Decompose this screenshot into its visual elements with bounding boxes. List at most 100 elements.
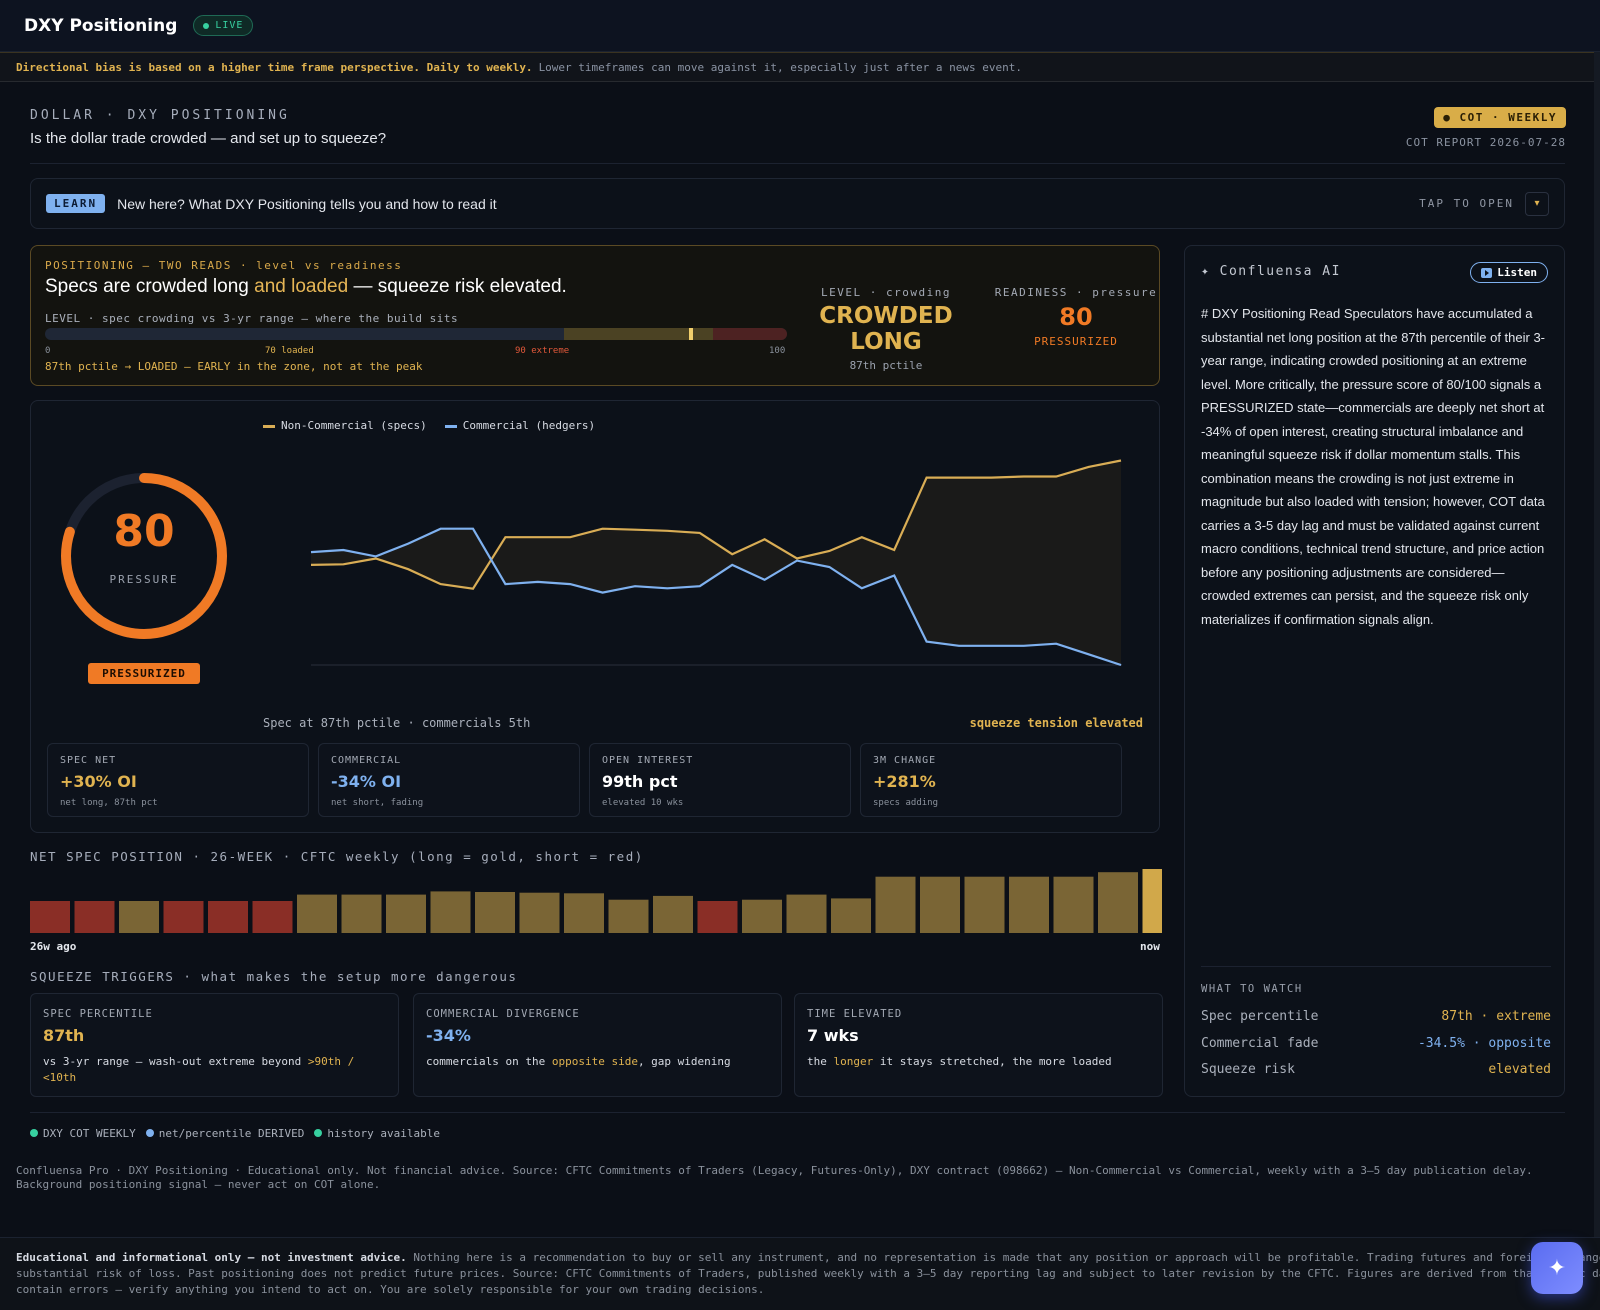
- chart-caption: Spec at 87th pctile · commercials 5th: [263, 716, 531, 730]
- pressure-label: PRESSURE: [109, 573, 179, 586]
- source-item: net/percentile DERIVED: [145, 1127, 305, 1140]
- squeeze-card-commercial-divergence: COMMERCIAL DIVERGENCE -34% commercials o…: [413, 993, 782, 1097]
- legend-label: Commercial (hedgers): [462, 419, 596, 432]
- net-spec-bar: [964, 876, 1005, 933]
- cot-report-date: COT REPORT 2026-07-28: [1405, 136, 1566, 149]
- net-spec-bar: [608, 899, 649, 933]
- learn-pill: LEARN: [46, 194, 106, 213]
- squeeze-desc: vs 3-yr range — wash-out extreme beyond …: [43, 1054, 388, 1086]
- readiness-value: 80: [1059, 303, 1093, 331]
- level-marker: [688, 328, 693, 340]
- footer-line: substantial risk of loss. Past positioni…: [16, 1267, 1600, 1280]
- positioning-reads-card: POSITIONING — TWO READS · level vs readi…: [30, 245, 1160, 386]
- scrollbar[interactable]: [1594, 52, 1600, 1237]
- legend-comm: Commercial (hedgers): [444, 419, 596, 432]
- net-spec-bar-chart: [30, 869, 1162, 933]
- desc-text: commercials on the: [426, 1055, 552, 1068]
- net-spec-bar: [920, 876, 960, 933]
- legend-swatch: [444, 424, 457, 428]
- stat-sub: elevated 10 wks: [602, 798, 684, 808]
- ai-panel: ✦ Confluensa AI Listen # DXY Positioning…: [1184, 245, 1565, 1097]
- listen-label: Listen: [1497, 266, 1537, 279]
- squeeze-value: 87th: [43, 1026, 85, 1045]
- stat-card-commercial: COMMERCIAL -34% OI net short, fading: [318, 743, 580, 817]
- squeeze-label: COMMERCIAL DIVERGENCE: [426, 1008, 580, 1020]
- net-spec-bar: [1142, 869, 1162, 933]
- net-spec-bar: [1053, 876, 1094, 933]
- stat-card-open-interest: OPEN INTEREST 99th pct elevated 10 wks: [589, 743, 851, 817]
- footer-line: Nothing here is a recommendation to buy …: [413, 1251, 1600, 1264]
- ai-assistant-fab[interactable]: ✦: [1531, 1242, 1583, 1294]
- chevron-down-icon[interactable]: ▾: [1525, 191, 1549, 216]
- squeeze-title: SQUEEZE TRIGGERS · what makes the setup …: [30, 969, 518, 984]
- stat-sub: net long, 87th pct: [60, 798, 158, 808]
- top-bar: DXY Positioning LIVE: [0, 0, 1600, 52]
- level-caption: LEVEL · spec crowding vs 3-yr range — wh…: [45, 312, 459, 325]
- pressure-state-badge: PRESSURIZED: [88, 663, 200, 684]
- watch-value: elevated: [1488, 1062, 1551, 1077]
- positioning-chart-card: 80 PRESSURE PRESSURIZED Non-Commercial (…: [30, 400, 1160, 833]
- extreme-zone: [712, 328, 787, 340]
- divider: [30, 1112, 1565, 1113]
- stat-value: 99th pct: [602, 772, 678, 791]
- tap-to-open-label[interactable]: TAP TO OPEN: [1419, 197, 1514, 210]
- net-spec-bar: [341, 894, 382, 933]
- level-meter: [45, 328, 787, 340]
- stat-card-spec-net: SPEC NET +30% OI net long, 87th pct: [47, 743, 309, 817]
- headline-part: Specs are crowded long: [45, 276, 255, 297]
- chart-legend: Non-Commercial (specs) Commercial (hedge…: [263, 419, 595, 432]
- squeeze-card-spec-percentile: SPEC PERCENTILE 87th vs 3-yr range — was…: [30, 993, 399, 1097]
- listen-button[interactable]: Listen: [1470, 262, 1548, 283]
- squeeze-desc: commercials on the opposite side, gap wi…: [426, 1054, 771, 1070]
- stat-label: SPEC NET: [60, 755, 117, 766]
- tick-label: 0: [45, 346, 51, 356]
- net-spec-bar: [519, 892, 560, 933]
- net-spec-title: NET SPEC POSITION · 26-WEEK · CFTC weekl…: [30, 849, 644, 864]
- stat-label: OPEN INTEREST: [602, 755, 694, 766]
- source-label: net/percentile DERIVED: [158, 1127, 305, 1140]
- net-spec-bar: [74, 901, 115, 933]
- learn-card[interactable]: LEARN New here? What DXY Positioning tel…: [30, 178, 1565, 229]
- live-label: LIVE: [215, 20, 244, 31]
- squeeze-desc: the longer it stays stretched, the more …: [807, 1054, 1152, 1070]
- readiness-sub: PRESSURIZED: [1034, 335, 1118, 348]
- stat-card-3m-change: 3M CHANGE +281% specs adding: [860, 743, 1122, 817]
- page-disclaimer: Confluensa Pro · DXY Positioning · Educa…: [16, 1164, 1533, 1191]
- legend-spec: Non-Commercial (specs): [263, 419, 427, 432]
- stat-sub: net short, fading: [331, 798, 424, 808]
- squeeze-label: TIME ELEVATED: [807, 1008, 903, 1020]
- tick-label: 100: [769, 346, 786, 356]
- net-spec-bar: [252, 901, 293, 933]
- pressure-value: 80: [113, 506, 175, 557]
- source-label: DXY COT WEEKLY: [43, 1127, 136, 1140]
- chart-tension: squeeze tension elevated: [969, 716, 1143, 730]
- footer: Educational and informational only — not…: [0, 1237, 1600, 1310]
- notice-bold: Directional bias is based on a higher ti…: [16, 60, 533, 74]
- app-title: DXY Positioning: [24, 15, 178, 36]
- net-spec-bar: [30, 901, 70, 933]
- stat-value: +30% OI: [60, 772, 137, 791]
- net-spec-bar: [163, 901, 204, 933]
- net-spec-end-label: now: [1140, 940, 1160, 953]
- footer-disclaimer: Educational and informational only — not…: [16, 1250, 1600, 1298]
- squeeze-value: -34%: [426, 1026, 471, 1045]
- live-badge: LIVE: [193, 15, 254, 36]
- tick-label: 90 extreme: [515, 346, 570, 356]
- desc-text: vs 3-yr range — wash-out extreme beyond: [43, 1055, 308, 1068]
- squeeze-label: SPEC PERCENTILE: [43, 1008, 153, 1020]
- net-spec-bar: [1009, 876, 1049, 933]
- headline-part: — squeeze risk elevated.: [348, 276, 567, 297]
- reads-headline: Specs are crowded long and loaded — sque…: [45, 276, 567, 298]
- watch-key: Squeeze risk: [1201, 1062, 1295, 1077]
- net-spec-bar: [430, 891, 471, 933]
- net-spec-bar: [742, 899, 782, 933]
- divergence-chart: [310, 459, 1122, 667]
- watch-key: Commercial fade: [1201, 1036, 1319, 1051]
- watch-title: WHAT TO WATCH: [1201, 983, 1303, 995]
- level-note: 87th pctile → LOADED — EARLY in the zone…: [45, 360, 423, 373]
- desc-highlight: longer: [833, 1055, 874, 1068]
- notice-rest: Lower timeframes can move against it, es…: [538, 60, 1023, 74]
- net-spec-bar: [831, 898, 871, 933]
- legend-swatch: [263, 424, 275, 428]
- squeeze-value: 7 wks: [807, 1026, 859, 1045]
